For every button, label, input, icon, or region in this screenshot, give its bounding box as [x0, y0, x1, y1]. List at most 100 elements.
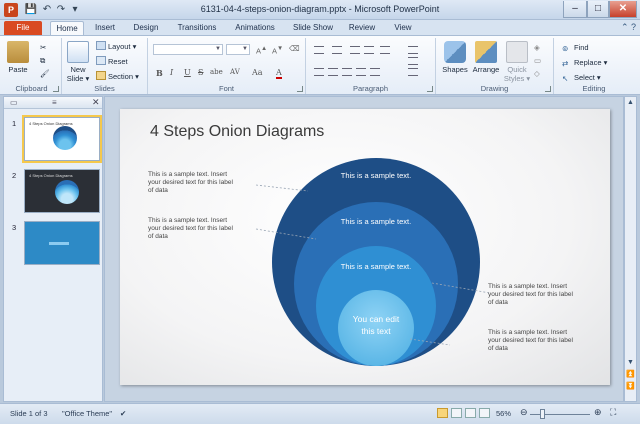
- tab-design[interactable]: Design: [128, 21, 164, 35]
- new-slide-button[interactable]: New Slide ▾: [65, 41, 91, 83]
- tab-home[interactable]: Home: [50, 21, 84, 35]
- vertical-scrollbar[interactable]: ▲ ▼ ⏫ ⏬: [624, 96, 637, 402]
- line-spacing-icon[interactable]: [380, 46, 390, 54]
- theme-name: "Office Theme": [62, 409, 113, 418]
- align-center-icon[interactable]: [328, 68, 338, 76]
- reset-button[interactable]: Reset: [96, 56, 128, 67]
- quick-styles-button[interactable]: Quick Styles ▾: [502, 41, 532, 83]
- align-left-icon[interactable]: [314, 68, 324, 76]
- clipboard-launcher[interactable]: [53, 86, 59, 92]
- tab-animations[interactable]: Animations: [230, 21, 280, 35]
- tab-transitions[interactable]: Transitions: [172, 21, 222, 35]
- help-icon[interactable]: ⌃ ?: [621, 22, 636, 33]
- minimize-button[interactable]: –: [563, 1, 587, 18]
- shape-fill-icon[interactable]: ◈: [534, 42, 540, 53]
- window-title: 6131-04-4-steps-onion-diagram.pptx - Mic…: [200, 4, 440, 14]
- zoom-slider[interactable]: [530, 414, 590, 415]
- italic-button[interactable]: I: [170, 68, 173, 77]
- tab-slide-show[interactable]: Slide Show: [290, 21, 336, 35]
- cut-icon[interactable]: ✂: [40, 42, 46, 53]
- reset-icon: [96, 56, 106, 65]
- zoom-level[interactable]: 56%: [496, 409, 511, 418]
- bold-button[interactable]: B: [156, 68, 163, 78]
- slideshow-view-icon[interactable]: [479, 408, 490, 418]
- slide-canvas[interactable]: 4 Steps Onion Diagrams This is a sample …: [120, 109, 610, 385]
- ring-label-3[interactable]: This is a sample text.: [316, 262, 436, 271]
- zoom-slider-thumb[interactable]: [540, 409, 545, 419]
- find-button[interactable]: ⊚ Find: [562, 42, 589, 53]
- copy-icon[interactable]: ⧉: [40, 55, 45, 66]
- tab-review[interactable]: Review: [344, 21, 380, 35]
- underline-button[interactable]: U: [184, 68, 191, 77]
- fit-to-window-icon[interactable]: ⛶: [610, 407, 616, 418]
- note-right-2[interactable]: This is a sample text. Insert your desir…: [488, 329, 588, 353]
- reading-view-icon[interactable]: [465, 408, 476, 418]
- zoom-in-icon[interactable]: ⊕: [594, 407, 602, 418]
- normal-view-icon[interactable]: [437, 408, 448, 418]
- tab-view[interactable]: View: [388, 21, 418, 35]
- layout-button[interactable]: Layout ▾: [96, 41, 136, 52]
- replace-button[interactable]: ⇄ Replace ▾: [562, 57, 607, 68]
- shrink-font-icon[interactable]: A▼: [272, 43, 283, 56]
- strikethrough-button[interactable]: S: [198, 68, 203, 77]
- note-left-1[interactable]: This is a sample text. Insert your desir…: [148, 171, 248, 195]
- justify-icon[interactable]: [356, 68, 366, 76]
- outline-tab-icon[interactable]: ≡: [52, 98, 57, 107]
- close-button[interactable]: ✕: [609, 1, 637, 18]
- previous-slide-icon[interactable]: ⏫: [625, 369, 636, 380]
- section-button[interactable]: Section ▾: [96, 71, 139, 82]
- drawing-launcher[interactable]: [545, 86, 551, 92]
- zoom-out-icon[interactable]: ⊖: [520, 407, 528, 418]
- font-name-combo[interactable]: ▼: [153, 44, 223, 55]
- paragraph-launcher[interactable]: [427, 86, 433, 92]
- select-button[interactable]: ↖ Select ▾: [562, 72, 601, 83]
- spellcheck-icon[interactable]: ✔: [120, 409, 126, 418]
- slide-thumbnail-3[interactable]: [24, 221, 100, 265]
- smartart-icon[interactable]: [408, 68, 418, 76]
- title-bar: P 💾 ↶ ↷ ▾ 6131-04-4-steps-onion-diagram.…: [0, 0, 640, 20]
- shape-effects-icon[interactable]: ◇: [534, 68, 540, 79]
- slide-sorter-icon[interactable]: [451, 408, 462, 418]
- maximize-button[interactable]: □: [587, 1, 609, 18]
- layout-icon: [96, 41, 106, 50]
- ring-label-2[interactable]: This is a sample text.: [316, 217, 436, 226]
- note-left-2[interactable]: This is a sample text. Insert your desir…: [148, 217, 248, 241]
- note-right-1[interactable]: This is a sample text. Insert your desir…: [488, 283, 588, 307]
- shape-outline-icon[interactable]: ▭: [534, 55, 541, 66]
- font-launcher[interactable]: [297, 86, 303, 92]
- binoculars-icon: ⊚: [562, 44, 569, 53]
- grow-font-icon[interactable]: A▲: [256, 43, 267, 56]
- bullets-icon[interactable]: [314, 46, 324, 54]
- char-spacing-button[interactable]: AV: [230, 68, 240, 76]
- align-right-icon[interactable]: [342, 68, 352, 76]
- tab-file[interactable]: File: [4, 21, 42, 35]
- slide-thumbnail-2[interactable]: 4 Steps Onion Diagrams: [24, 169, 100, 213]
- text-direction-icon[interactable]: [408, 46, 418, 54]
- align-text-icon[interactable]: [408, 57, 418, 65]
- close-panel-icon[interactable]: ✕: [92, 97, 100, 108]
- paste-button[interactable]: Paste: [5, 41, 31, 74]
- change-case-button[interactable]: Aa: [252, 68, 263, 77]
- increase-indent-icon[interactable]: [364, 46, 374, 54]
- scroll-down-icon[interactable]: ▼: [625, 357, 636, 368]
- arrange-button[interactable]: Arrange: [470, 41, 502, 74]
- slide-thumbnail-1[interactable]: 4 Steps Onion Diagrams: [22, 115, 102, 163]
- decrease-indent-icon[interactable]: [350, 46, 360, 54]
- font-color-button[interactable]: A: [276, 68, 282, 79]
- tab-insert[interactable]: Insert: [88, 21, 122, 35]
- shapes-button[interactable]: Shapes: [440, 41, 470, 74]
- columns-icon[interactable]: [370, 68, 380, 76]
- clear-formatting-icon[interactable]: ⌫: [289, 43, 300, 54]
- ring-label-1[interactable]: This is a sample text.: [316, 171, 436, 180]
- shadow-button[interactable]: abe: [210, 68, 223, 76]
- cursor-icon: ↖: [562, 74, 569, 83]
- format-painter-icon[interactable]: 🖌: [40, 68, 50, 79]
- slides-tab-icon[interactable]: ▭: [10, 98, 18, 107]
- thumb-logo: [49, 242, 69, 245]
- next-slide-icon[interactable]: ⏬: [625, 381, 636, 392]
- center-label[interactable]: You can edit this text: [336, 313, 416, 337]
- font-group: ▼ ▼ A▲ A▼ ⌫ B I U S abe AV Aa A Font: [148, 38, 306, 94]
- scroll-up-icon[interactable]: ▲: [625, 97, 636, 108]
- font-size-combo[interactable]: ▼: [226, 44, 250, 55]
- numbering-icon[interactable]: [332, 46, 342, 54]
